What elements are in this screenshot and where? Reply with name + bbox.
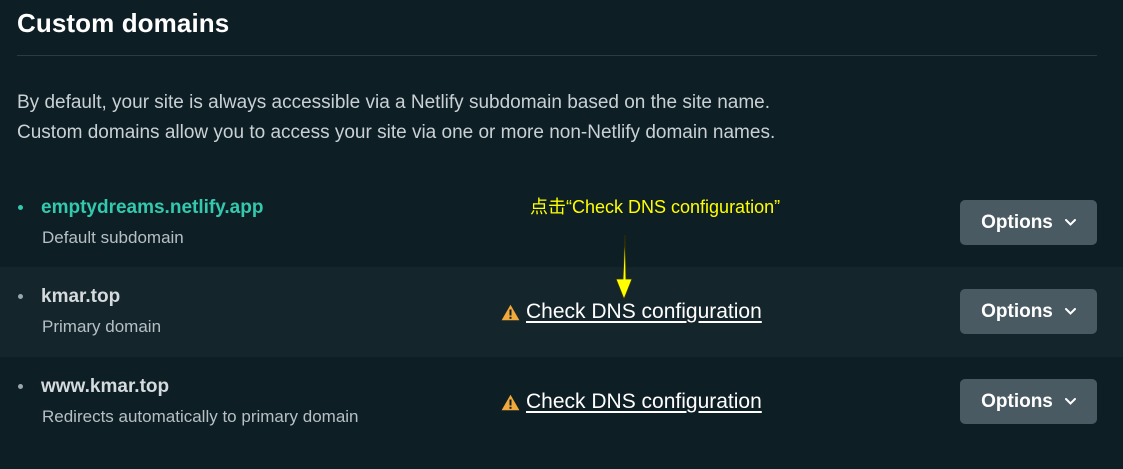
options-button[interactable]: Options <box>960 379 1097 424</box>
annotation-arrow-icon <box>615 234 633 301</box>
options-button-label: Options <box>981 390 1053 412</box>
description-line-1: By default, your site is always accessib… <box>17 92 770 113</box>
domain-name: kmar.top <box>41 286 121 307</box>
chevron-down-icon <box>1064 308 1076 315</box>
domain-subtitle: Primary domain <box>42 317 162 336</box>
domain-name: www.kmar.top <box>41 376 170 397</box>
options-button-label: Options <box>981 211 1053 233</box>
dns-config-warning: Check DNS configuration <box>501 390 762 414</box>
domain-subtitle: Default subdomain <box>42 228 184 247</box>
options-button-label: Options <box>981 300 1053 322</box>
chevron-down-icon <box>1064 398 1076 405</box>
bullet-icon <box>18 205 23 210</box>
domain-subtitle: Redirects automatically to primary domai… <box>42 407 359 426</box>
bullet-icon <box>18 384 23 389</box>
domain-row-www: www.kmar.top Redirects automatically to … <box>0 357 1123 447</box>
options-button[interactable]: Options <box>960 289 1097 334</box>
check-dns-configuration-link[interactable]: Check DNS configuration <box>526 300 762 324</box>
warning-triangle-icon <box>501 304 520 320</box>
bullet-icon <box>18 294 23 299</box>
domain-row-default: emptydreams.netlify.app Default subdomai… <box>0 178 1123 268</box>
warning-triangle-icon <box>501 394 520 410</box>
annotation-text: 点击“Check DNS configuration” <box>530 197 781 217</box>
description-line-2: Custom domains allow you to access your … <box>17 122 776 143</box>
options-button[interactable]: Options <box>960 200 1097 245</box>
domain-row-primary: kmar.top Primary domain Check DNS config… <box>0 267 1123 357</box>
domain-name: emptydreams.netlify.app <box>41 197 264 218</box>
dns-config-warning: Check DNS configuration <box>501 300 762 324</box>
check-dns-configuration-link[interactable]: Check DNS configuration <box>526 390 762 414</box>
title-divider <box>17 55 1097 56</box>
chevron-down-icon <box>1064 219 1076 226</box>
custom-domains-panel: Custom domains By default, your site is … <box>0 0 1123 469</box>
page-title: Custom domains <box>17 8 230 38</box>
